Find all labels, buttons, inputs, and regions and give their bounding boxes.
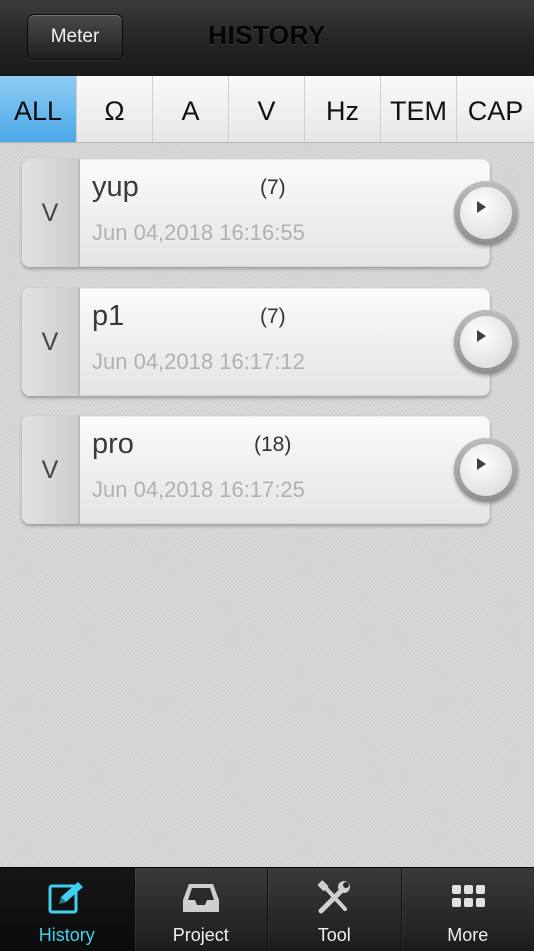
bottom-tab-bar: History Project Tool More <box>0 867 534 951</box>
record-date: Jun 04,2018 16:17:12 <box>92 349 305 375</box>
inbox-icon <box>179 878 223 918</box>
record-count: (7) <box>260 176 286 200</box>
record-count: (7) <box>260 305 286 329</box>
tabbar-tool[interactable]: Tool <box>267 868 401 951</box>
tab-ohm[interactable]: Ω <box>77 76 153 142</box>
tab-hertz[interactable]: Hz <box>305 76 381 142</box>
record-count: (18) <box>254 433 291 457</box>
tab-temperature[interactable]: TEM <box>381 76 457 142</box>
tabbar-more[interactable]: More <box>401 868 534 951</box>
tabbar-label: History <box>0 925 134 946</box>
history-record[interactable]: V pro (18) Jun 04,2018 16:17:25 <box>22 416 490 524</box>
play-icon <box>477 458 486 470</box>
play-button-face <box>460 316 512 368</box>
tools-icon <box>312 878 356 918</box>
record-type-label: V <box>22 416 80 524</box>
tabbar-project[interactable]: Project <box>134 868 268 951</box>
edit-icon <box>45 878 89 918</box>
tabbar-history[interactable]: History <box>0 868 134 951</box>
header-bar: Meter HISTORY <box>0 0 534 77</box>
record-name: p1 <box>92 300 124 333</box>
page-title: HISTORY <box>140 20 394 51</box>
tabbar-label: Project <box>135 925 268 946</box>
record-date: Jun 04,2018 16:17:25 <box>92 477 305 503</box>
record-date: Jun 04,2018 16:16:55 <box>92 220 305 246</box>
tab-capacitance[interactable]: CAP <box>457 76 534 142</box>
open-record-button[interactable] <box>454 438 518 502</box>
history-record[interactable]: V p1 (7) Jun 04,2018 16:17:12 <box>22 288 490 396</box>
play-button-face <box>460 187 512 239</box>
tabbar-label: More <box>402 925 534 946</box>
play-button-face <box>460 444 512 496</box>
record-type-label: V <box>22 159 80 267</box>
record-type-label: V <box>22 288 80 396</box>
grid-icon <box>446 878 490 918</box>
record-name: yup <box>92 171 139 204</box>
meter-back-button[interactable]: Meter <box>27 14 123 60</box>
tab-all[interactable]: ALL <box>0 76 77 142</box>
tabbar-label: Tool <box>268 925 401 946</box>
open-record-button[interactable] <box>454 181 518 245</box>
tab-volt[interactable]: V <box>229 76 305 142</box>
open-record-button[interactable] <box>454 310 518 374</box>
record-name: pro <box>92 428 134 461</box>
filter-tabs: ALL Ω A V Hz TEM CAP <box>0 76 534 143</box>
history-record[interactable]: V yup (7) Jun 04,2018 16:16:55 <box>22 159 490 267</box>
tab-ampere[interactable]: A <box>153 76 229 142</box>
play-icon <box>477 201 486 213</box>
play-icon <box>477 330 486 342</box>
